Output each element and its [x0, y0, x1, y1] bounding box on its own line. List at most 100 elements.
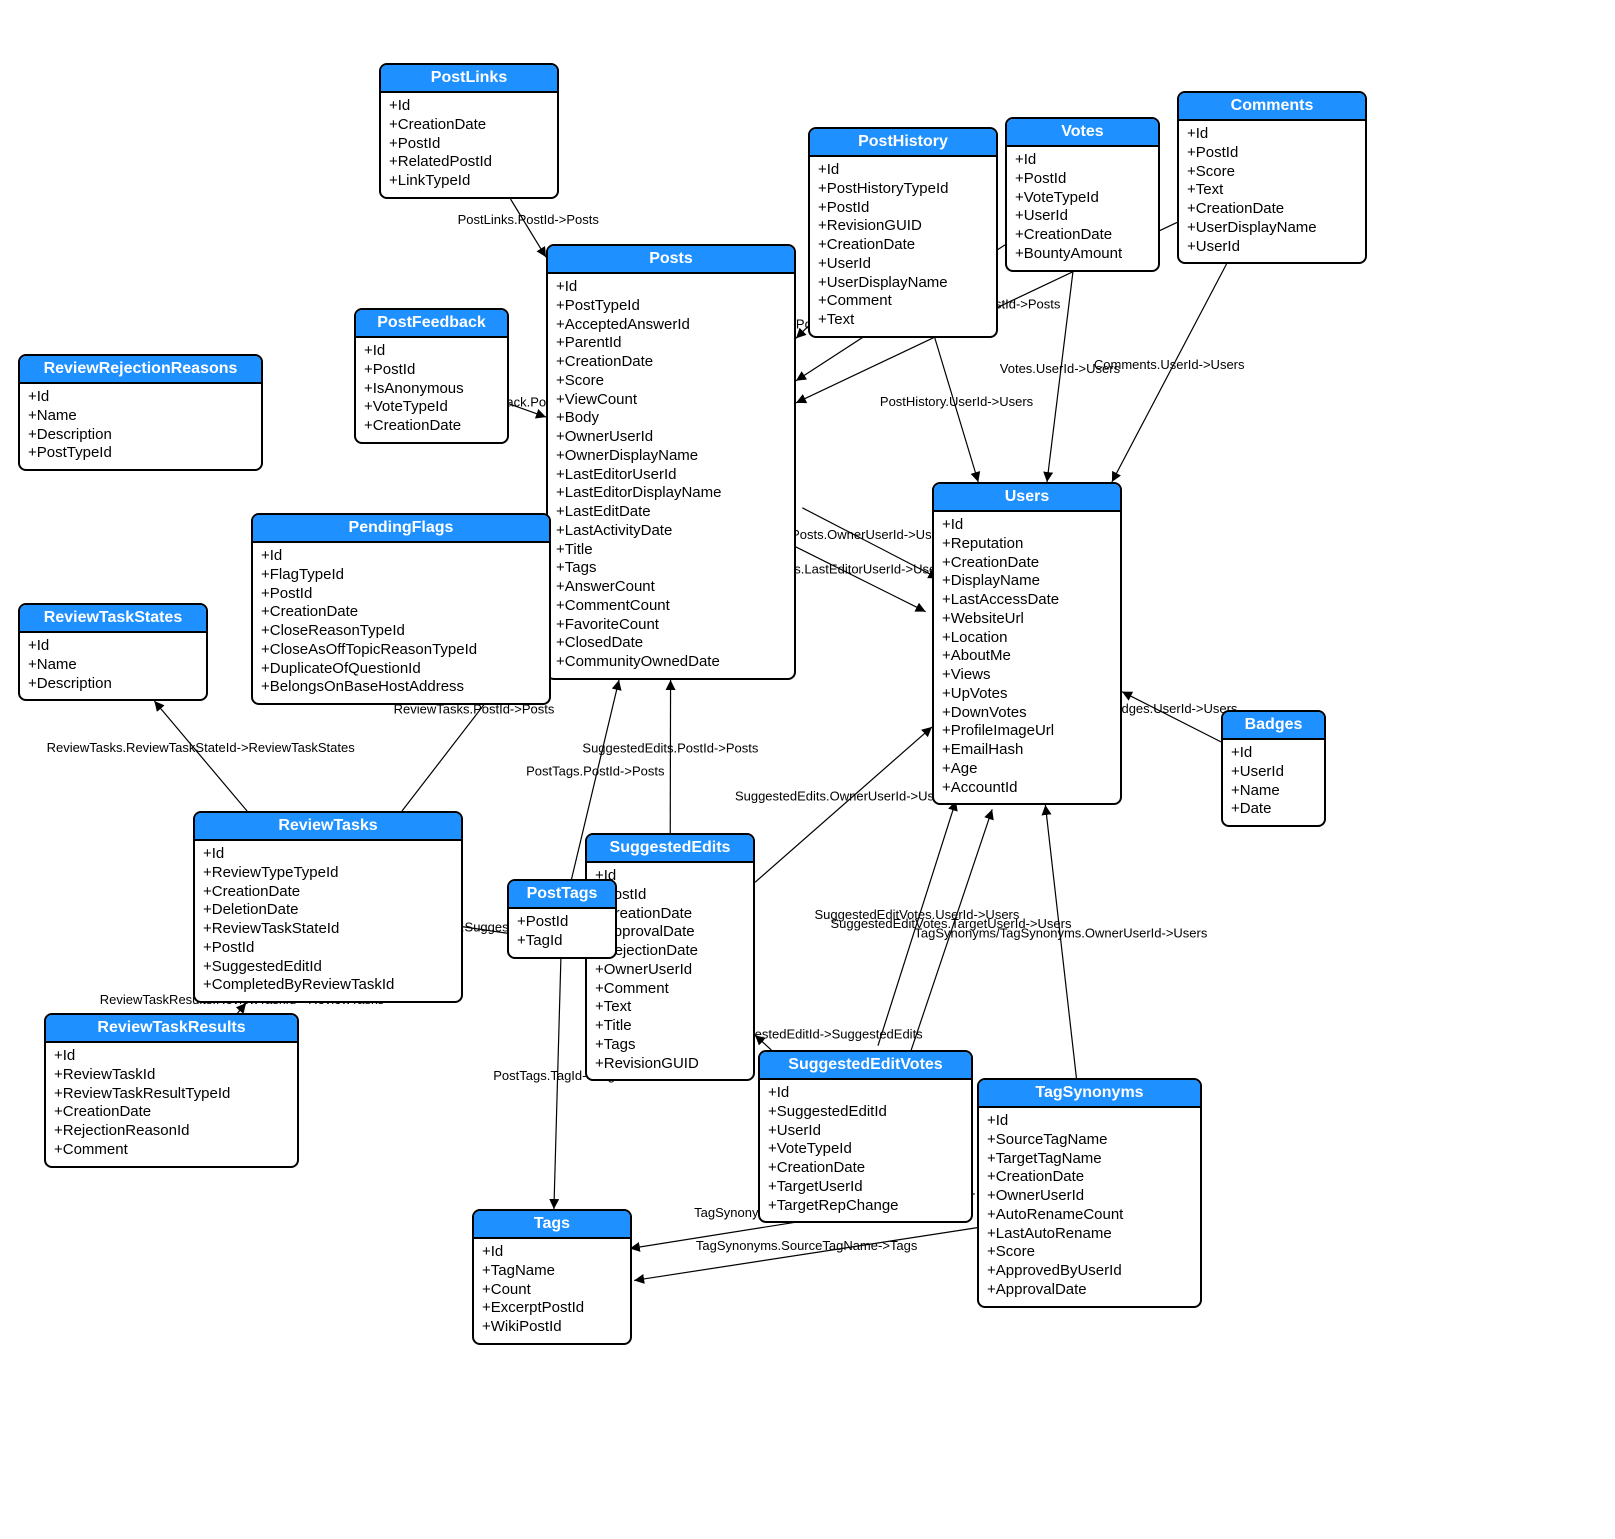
entity-attr: +FavoriteCount — [556, 616, 786, 635]
entity-attr: +Score — [1187, 163, 1357, 182]
entity-attr: +TagId — [517, 932, 607, 951]
entity-posts: Posts+Id+PostTypeId+AcceptedAnswerId+Par… — [546, 244, 796, 680]
entity-attr: +CloseAsOffTopicReasonTypeId — [261, 641, 541, 660]
entity-attr: +CommentCount — [556, 597, 786, 616]
relationship-label: Comments.UserId->Users — [1094, 357, 1245, 372]
entity-attr: +Body — [556, 409, 786, 428]
relationship-edge — [790, 544, 926, 612]
entity-attr: +CreationDate — [261, 603, 541, 622]
entity-title: TagSynonyms — [979, 1080, 1200, 1108]
entity-attr: +CreationDate — [54, 1103, 289, 1122]
entity-attr: +Id — [482, 1243, 622, 1262]
entity-attr: +VoteTypeId — [1015, 189, 1150, 208]
entity-reviewtaskresults: ReviewTaskResults+Id+ReviewTaskId+Review… — [44, 1013, 299, 1168]
entity-attr: +Id — [818, 161, 988, 180]
entity-pendingflags: PendingFlags+Id+FlagTypeId+PostId+Creati… — [251, 513, 551, 705]
entity-attr: +DuplicateOfQuestionId — [261, 660, 541, 679]
relationship-edge — [796, 326, 808, 338]
entity-attr: +Comment — [595, 980, 745, 999]
relationship-edge — [634, 1227, 979, 1280]
entity-attr: +Id — [261, 547, 541, 566]
entity-attr: +BountyAmount — [1015, 245, 1150, 264]
entity-attr: +WebsiteUrl — [942, 610, 1112, 629]
entity-tags: Tags+Id+TagName+Count+ExcerptPostId+Wiki… — [472, 1209, 632, 1345]
entity-attr: +CreationDate — [942, 554, 1112, 573]
entity-attrs: +Id+PostHistoryTypeId+PostId+RevisionGUI… — [810, 157, 996, 336]
entity-attr: +TagName — [482, 1262, 622, 1281]
entity-attr: +LastEditorUserId — [556, 466, 786, 485]
entity-attr: +Id — [203, 845, 453, 864]
entity-attr: +ReviewTaskResultTypeId — [54, 1085, 289, 1104]
relationship-edge — [1045, 805, 1076, 1078]
entity-title: ReviewTaskStates — [20, 605, 206, 633]
entity-title: ReviewTasks — [195, 813, 461, 841]
entity-attr: +Name — [28, 656, 198, 675]
entity-attr: +CreationDate — [364, 417, 499, 436]
entity-attr: +Id — [364, 342, 499, 361]
entity-attr: +Id — [28, 637, 198, 656]
entity-attr: +RevisionGUID — [818, 217, 988, 236]
entity-attr: +Reputation — [942, 535, 1112, 554]
entity-attr: +PostHistoryTypeId — [818, 180, 988, 199]
entity-attr: +CreationDate — [556, 353, 786, 372]
entity-attr: +PostId — [389, 135, 549, 154]
entity-attr: +UserId — [1231, 763, 1316, 782]
entity-attr: +TargetTagName — [987, 1150, 1192, 1169]
entity-comments: Comments+Id+PostId+Score+Text+CreationDa… — [1177, 91, 1367, 264]
entity-attr: +UserId — [1187, 238, 1357, 257]
relationship-label: ReviewTasks.ReviewTaskStateId->ReviewTas… — [47, 740, 356, 755]
entity-attr: +UserDisplayName — [1187, 219, 1357, 238]
entity-attr: +PostId — [203, 939, 453, 958]
entity-attrs: +Id+Name+Description+PostTypeId — [20, 384, 261, 469]
entity-attr: +ReviewTaskId — [54, 1066, 289, 1085]
entity-attr: +AcceptedAnswerId — [556, 316, 786, 335]
entity-attr: +Tags — [556, 559, 786, 578]
entity-attr: +ExcerptPostId — [482, 1299, 622, 1318]
relationship-label: TagSynonyms/TagSynonyms.OwnerUserId->Use… — [914, 926, 1207, 941]
relationship-label: Badges.UserId->Users — [1106, 701, 1238, 716]
entity-attr: +Id — [389, 97, 549, 116]
entity-attrs: +Id+FlagTypeId+PostId+CreationDate+Close… — [253, 543, 549, 703]
entity-attr: +Id — [54, 1047, 289, 1066]
relationship-edge — [510, 199, 546, 257]
entity-attr: +ParentId — [556, 334, 786, 353]
entity-title: Badges — [1223, 712, 1324, 740]
entity-attr: +BelongsOnBaseHostAddress — [261, 678, 541, 697]
entity-attrs: +Id+PostId+Score+Text+CreationDate+UserD… — [1179, 121, 1365, 262]
entity-title: PostLinks — [381, 65, 557, 93]
entity-attr: +CreationDate — [595, 905, 745, 924]
entity-attr: +Id — [1231, 744, 1316, 763]
entity-attr: +ReviewTypeTypeId — [203, 864, 453, 883]
entity-attr: +RejectionDate — [595, 942, 745, 961]
entity-title: PostFeedback — [356, 310, 507, 338]
entity-attr: +LastAutoRename — [987, 1225, 1192, 1244]
entity-attr: +ProfileImageUrl — [942, 722, 1112, 741]
entity-reviewtasks: ReviewTasks+Id+ReviewTypeTypeId+Creation… — [193, 811, 463, 1003]
entity-attr: +CreationDate — [203, 883, 453, 902]
entity-title: PostHistory — [810, 129, 996, 157]
entity-postfeedback: PostFeedback+Id+PostId+IsAnonymous+VoteT… — [354, 308, 509, 444]
entity-attr: +VoteTypeId — [364, 398, 499, 417]
entity-attr: +AutoRenameCount — [987, 1206, 1192, 1225]
entity-attr: +FlagTypeId — [261, 566, 541, 585]
relationship-edge — [755, 1035, 771, 1050]
relationship-edge — [935, 338, 978, 482]
entity-reviewrejectionreasons: ReviewRejectionReasons+Id+Name+Descripti… — [18, 354, 263, 471]
relationship-edge — [755, 727, 932, 882]
entity-attr: +Tags — [595, 1036, 745, 1055]
entity-attr: +ClosedDate — [556, 634, 786, 653]
entity-attr: +OwnerUserId — [556, 428, 786, 447]
entity-attr: +SuggestedEditId — [203, 958, 453, 977]
entity-attr: +SuggestedEditId — [768, 1103, 963, 1122]
entity-attr: +Comment — [54, 1141, 289, 1160]
entity-attrs: +Id+CreationDate+PostId+RelatedPostId+Li… — [381, 93, 557, 197]
entity-attr: +CreationDate — [1015, 226, 1150, 245]
entity-attr: +DisplayName — [942, 572, 1112, 591]
entity-attr: +Text — [818, 311, 988, 330]
entity-attr: +Name — [28, 407, 253, 426]
entity-attrs: +Id+Reputation+CreationDate+DisplayName+… — [934, 512, 1120, 803]
entity-attr: +Description — [28, 426, 253, 445]
entity-attr: +ApprovalDate — [595, 923, 745, 942]
entity-attrs: +Id+ReviewTypeTypeId+CreationDate+Deleti… — [195, 841, 461, 1001]
entity-attrs: +Id+Name+Description — [20, 633, 206, 699]
